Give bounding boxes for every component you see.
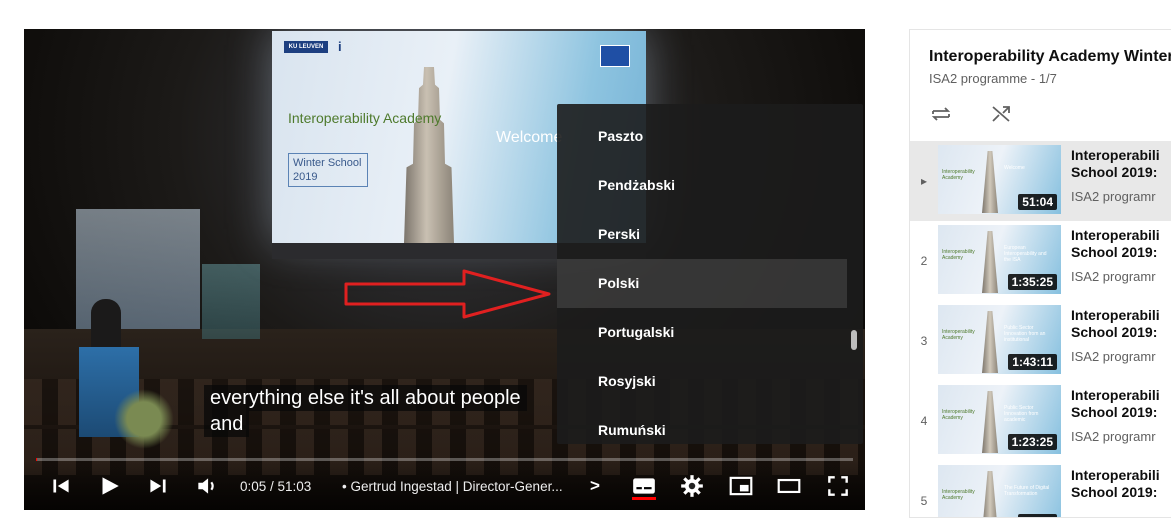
- thumbnail-tower: [982, 471, 998, 517]
- video-thumbnail[interactable]: Interoperability Academy The Future of Di…: [938, 465, 1061, 517]
- menu-item-rumunski[interactable]: Rumuński: [557, 406, 847, 444]
- thumbnail-caption: Welcome: [1004, 165, 1025, 171]
- playlist-item-title[interactable]: Interoperabili School 2019:: [1071, 147, 1171, 181]
- thumbnail-tower: [982, 231, 998, 293]
- thumbnail-tower: [982, 391, 998, 453]
- duration-badge: 51:04: [1018, 194, 1057, 210]
- title-line: School 2019:: [1071, 244, 1158, 260]
- player-controls: 0:05 / 51:03 • Gertrud Ingestad | Direct…: [24, 461, 865, 510]
- title-line: Interoperabili: [1071, 147, 1160, 163]
- playlist-item-title[interactable]: Interoperabili School 2019:: [1071, 387, 1171, 421]
- info-logo: i: [338, 39, 342, 54]
- playlist-item-index: 4: [920, 414, 928, 428]
- video-thumbnail[interactable]: Interoperability Academy European Interop…: [938, 225, 1061, 294]
- flower-arrangement: [114, 389, 174, 449]
- video-player[interactable]: KU LEUVEN i Interoperability Academy Win…: [24, 29, 865, 510]
- playlist-item-channel: ISA2 programr: [1071, 269, 1156, 284]
- playlist-panel: Interoperability Academy Winter ISA2 pro…: [909, 29, 1171, 518]
- video-thumbnail[interactable]: Interoperability Academy Public Sector In…: [938, 385, 1061, 454]
- playlist-item[interactable]: 4 Interoperability Academy Public Sector I…: [910, 381, 1171, 461]
- thumbnail-title: Interoperability Academy: [942, 409, 975, 421]
- thumbnail-title: Interoperability Academy: [942, 249, 975, 261]
- thumbnail-caption: Public Sector Innovation from an institu…: [1004, 325, 1046, 343]
- shuffle-icon[interactable]: [989, 102, 1013, 126]
- thumbnail-title: Interoperability Academy: [942, 489, 975, 501]
- video-thumbnail[interactable]: Interoperability Academy Welcome 51:04: [938, 145, 1061, 214]
- slide-subtitle: Winter School 2019: [288, 153, 368, 187]
- menu-item-rosyjski[interactable]: Rosyjski: [557, 357, 847, 406]
- chapter-chevron-icon[interactable]: >: [590, 476, 606, 496]
- thumbnail-title: Interoperability Academy: [942, 329, 975, 341]
- title-line: Interoperabili: [1071, 307, 1160, 323]
- caption-line: everything else it's all about people: [204, 385, 527, 411]
- slide-welcome: Welcome: [496, 129, 563, 146]
- title-line: School 2019:: [1071, 164, 1158, 180]
- playlist-item[interactable]: 5 Interoperability Academy The Future of D…: [910, 461, 1171, 517]
- volume-icon[interactable]: [194, 473, 220, 499]
- playlist-item-index: 5: [920, 494, 928, 508]
- playlist-item-title[interactable]: Interoperabili School 2019:: [1071, 307, 1171, 341]
- playlist-item[interactable]: ▸ Interoperability Academy Welcome 51:04 Int…: [910, 141, 1171, 221]
- thumbnail-title: Interoperability Academy: [942, 169, 975, 181]
- playlist-item[interactable]: 2 Interoperability Academy European Intero…: [910, 221, 1171, 301]
- video-thumbnail[interactable]: Interoperability Academy Public Sector In…: [938, 305, 1061, 374]
- title-line: School 2019:: [1071, 404, 1158, 420]
- duration-badge: 1:23:25: [1007, 434, 1057, 450]
- menu-scrollbar[interactable]: [851, 330, 857, 350]
- roll-up-banner-2: [202, 264, 260, 339]
- playlist-item-channel: ISA2 programr: [1071, 349, 1156, 364]
- red-arrow-annotation: [344, 269, 551, 319]
- playlist-subtitle: ISA2 programme - 1/7: [929, 71, 1057, 86]
- playlist-item-channel: ISA2 programr: [1071, 189, 1156, 204]
- menu-item-portugalski[interactable]: Portugalski: [557, 308, 847, 357]
- title-line: School 2019:: [1071, 324, 1158, 340]
- time-display: 0:05 / 51:03: [240, 479, 312, 494]
- title-line: Interoperabili: [1071, 467, 1160, 483]
- playlist-header: Interoperability Academy Winter ISA2 pro…: [910, 30, 1171, 141]
- duration-badge: 1:43:11: [1008, 354, 1057, 370]
- playlist-item-title[interactable]: Interoperabili School 2019:: [1071, 467, 1171, 501]
- previous-icon[interactable]: [48, 473, 74, 499]
- tower-image: [404, 67, 454, 243]
- thumbnail-caption: The Future of Digital Transformation: [1004, 485, 1050, 497]
- eu-flag-logo: [600, 45, 630, 67]
- thumbnail-caption: Public Sector Innovation from academic: [1004, 405, 1039, 423]
- theater-mode-icon[interactable]: [776, 473, 802, 499]
- duration-badge: 1:35:25: [1007, 274, 1057, 290]
- menu-item-paszto[interactable]: Paszto: [557, 112, 847, 161]
- fullscreen-icon[interactable]: [825, 473, 851, 499]
- miniplayer-icon[interactable]: [728, 473, 754, 499]
- playlist-item[interactable]: 3 Interoperability Academy Public Sector I…: [910, 301, 1171, 381]
- slide-title: Interoperability Academy: [288, 110, 442, 126]
- caption-line: and: [204, 411, 250, 437]
- title-line: Interoperabili: [1071, 227, 1160, 243]
- next-icon[interactable]: [145, 473, 171, 499]
- subtitles-active-indicator: [632, 497, 656, 500]
- menu-item-perski[interactable]: Perski: [557, 210, 847, 259]
- thumbnail-tower: [982, 151, 998, 213]
- loop-icon[interactable]: [929, 102, 953, 126]
- duration-badge: 52:39: [1018, 514, 1057, 517]
- playlist-item-index: 2: [920, 254, 928, 268]
- menu-item-pendzabski[interactable]: Pendżabski: [557, 161, 847, 210]
- thumbnail-caption: European Interoperability and the ISA: [1004, 245, 1047, 263]
- playlist-item-index: ▸: [920, 174, 928, 188]
- chapter-title[interactable]: • Gertrud Ingestad | Director-Gener...: [342, 479, 563, 494]
- ku-leuven-logo: KU LEUVEN: [284, 41, 328, 53]
- title-line: School 2019:: [1071, 484, 1158, 500]
- thumbnail-tower: [982, 311, 998, 373]
- subtitle-language-menu[interactable]: Paszto Pendżabski Perski Polski Portugal…: [557, 104, 863, 444]
- settings-gear-icon[interactable]: [679, 473, 705, 499]
- playlist-item-channel: ISA2 programr: [1071, 429, 1156, 444]
- title-line: Interoperabili: [1071, 387, 1160, 403]
- playlist-item-title[interactable]: Interoperabili School 2019:: [1071, 227, 1171, 261]
- playlist-title[interactable]: Interoperability Academy Winter: [929, 48, 1171, 66]
- playlist-item-index: 3: [920, 334, 928, 348]
- play-icon[interactable]: [96, 473, 122, 499]
- menu-item-polski[interactable]: Polski: [557, 259, 847, 308]
- subtitles-cc-icon[interactable]: [631, 473, 657, 499]
